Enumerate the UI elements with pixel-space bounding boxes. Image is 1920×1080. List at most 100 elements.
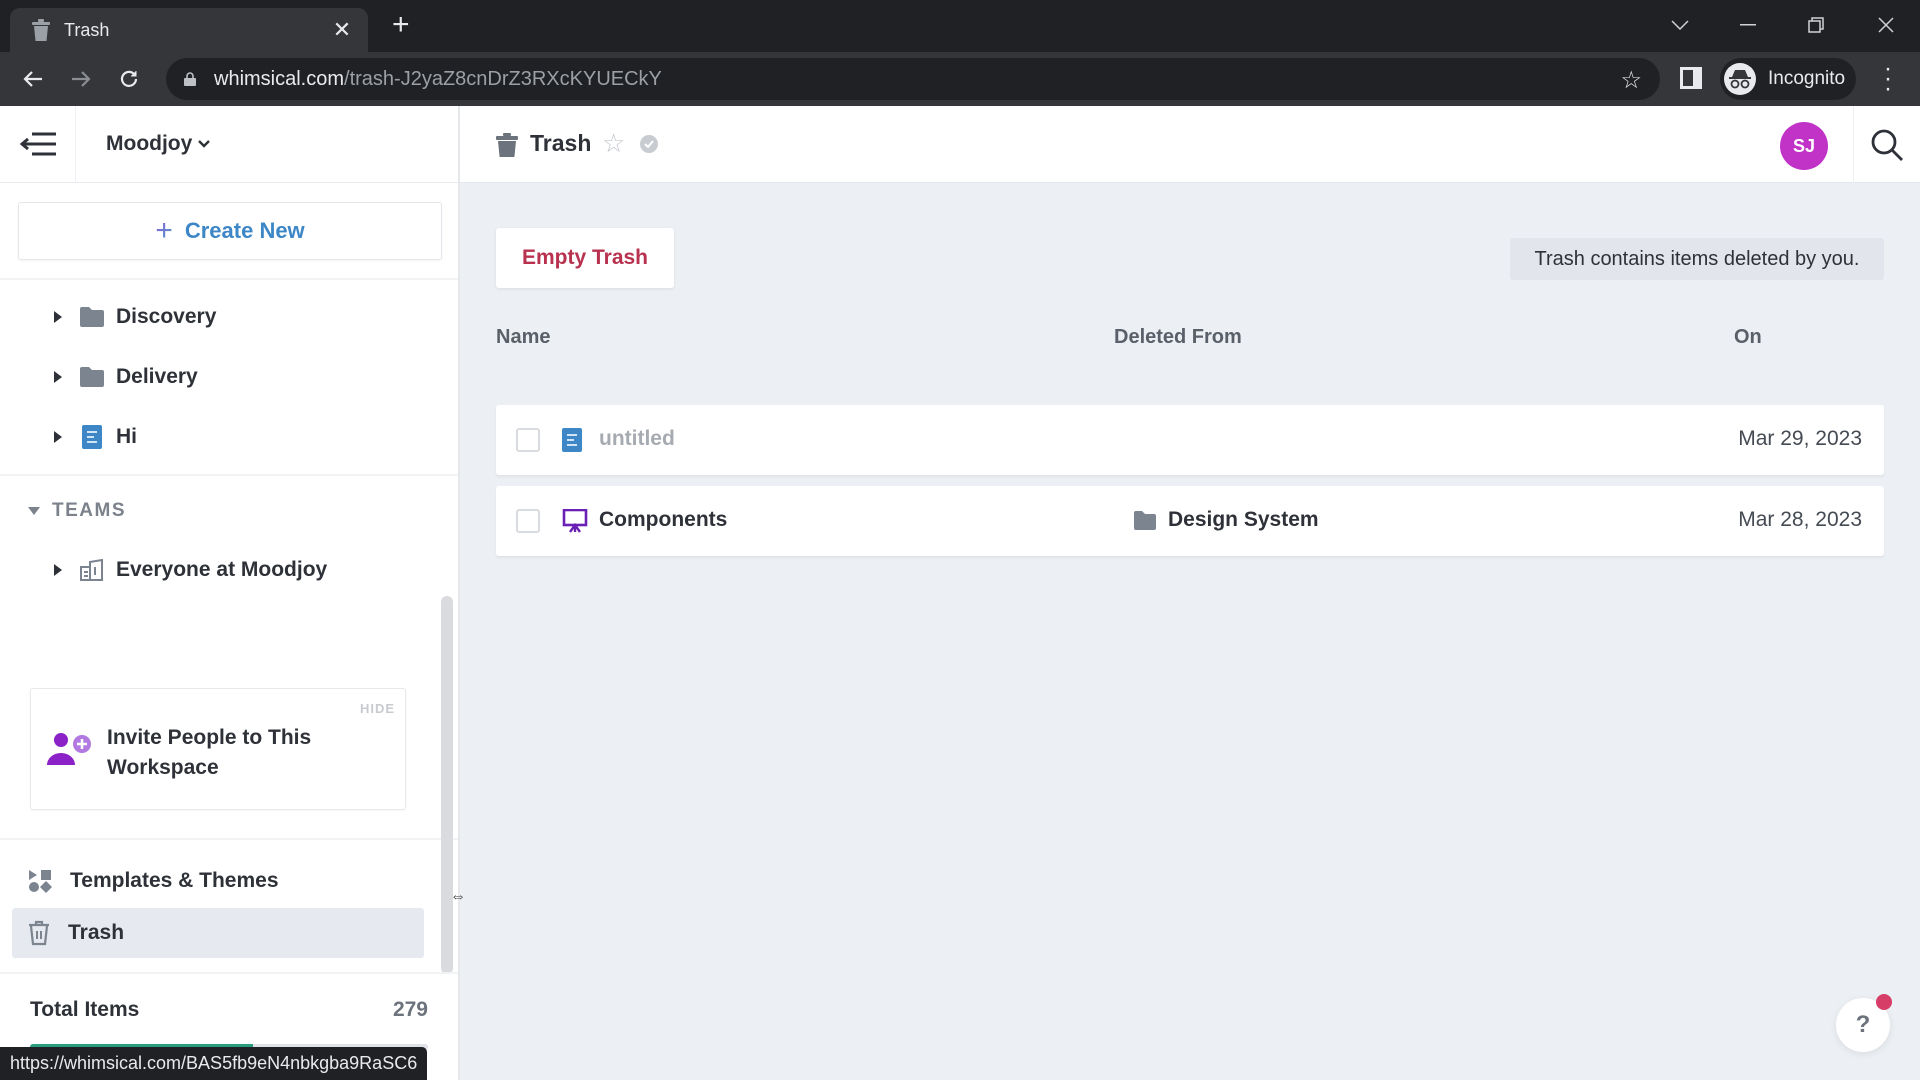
- forward-button[interactable]: [64, 62, 98, 96]
- sidebar-header: Moodjoy: [0, 105, 458, 183]
- resize-cursor-icon: ⇔: [450, 888, 466, 905]
- create-new-label: Create New: [184, 218, 305, 243]
- doc-icon: [562, 428, 582, 452]
- row-checkbox[interactable]: [516, 428, 540, 452]
- workspace-name: Moodjoy: [106, 132, 193, 155]
- trash-info-note: Trash contains items deleted by you.: [1510, 238, 1884, 280]
- notification-dot: [1876, 994, 1892, 1010]
- sidebar-item-label: Delivery: [116, 365, 198, 388]
- table-row[interactable]: untitled Mar 29, 2023: [496, 405, 1884, 475]
- close-window-button[interactable]: [1866, 10, 1906, 40]
- hide-invite-button[interactable]: HIDE: [360, 701, 395, 716]
- create-new-button[interactable]: + Create New: [18, 202, 442, 260]
- deleted-date: Mar 29, 2023: [1738, 427, 1862, 450]
- url-host: whimsical.com: [214, 67, 345, 90]
- divider: [0, 838, 458, 840]
- add-user-icon: [47, 733, 91, 765]
- invite-people-link[interactable]: Invite People to This Workspace: [107, 723, 367, 783]
- incognito-profile[interactable]: Incognito: [1720, 58, 1856, 100]
- total-items-value: 279: [392, 998, 428, 1021]
- expand-caret-icon[interactable]: [54, 311, 62, 323]
- avatar[interactable]: SJ: [1780, 122, 1828, 170]
- address-bar[interactable]: whimsical.com/trash-J2yaZ8cnDrZ3RXcKYUEC…: [166, 58, 1660, 100]
- trash-label: Trash: [68, 921, 125, 944]
- column-header-deleted-from[interactable]: Deleted From: [1114, 326, 1242, 349]
- search-button[interactable]: [1853, 106, 1920, 183]
- divider: [0, 278, 458, 280]
- browser-tabstrip: Trash ✕ +: [0, 0, 1920, 52]
- total-items-label: Total Items: [30, 998, 140, 1021]
- side-panel-icon[interactable]: [1680, 67, 1702, 89]
- sidebar-item-delivery[interactable]: Delivery: [0, 355, 440, 399]
- folder-icon: [1134, 510, 1156, 530]
- divider: [0, 972, 458, 974]
- folder-icon: [80, 307, 104, 327]
- deleted-date: Mar 28, 2023: [1738, 508, 1862, 531]
- sidebar-item-label: Discovery: [116, 305, 217, 328]
- bookmark-star-icon[interactable]: ☆: [1620, 66, 1642, 95]
- status-check-icon[interactable]: [640, 135, 658, 153]
- collapse-menu-icon: [19, 132, 56, 156]
- invite-card: HIDE Invite People to This Workspace: [30, 688, 406, 810]
- expand-caret-icon[interactable]: [54, 371, 62, 383]
- favorite-star-icon[interactable]: ☆: [602, 128, 625, 159]
- sidebar-item-trash[interactable]: Trash: [12, 908, 424, 958]
- search-icon: [1871, 129, 1903, 161]
- item-name[interactable]: Components: [599, 508, 727, 532]
- sidebar: Moodjoy + Create New Discovery Delivery …: [0, 105, 466, 1080]
- expand-caret-icon[interactable]: [54, 564, 62, 576]
- restore-button[interactable]: [1796, 10, 1836, 40]
- page-title: Trash: [530, 130, 592, 156]
- deleted-from-location[interactable]: Design System: [1134, 508, 1319, 532]
- browser-toolbar: whimsical.com/trash-J2yaZ8cnDrZ3RXcKYUEC…: [0, 52, 1920, 106]
- trash-icon: [496, 133, 518, 157]
- sidebar-item-hi[interactable]: Hi: [0, 415, 440, 459]
- trash-icon: [32, 19, 50, 41]
- reload-button[interactable]: [112, 62, 146, 96]
- expand-caret-icon[interactable]: [54, 431, 62, 443]
- sidebar-item-label: Everyone at Moodjoy: [116, 558, 328, 581]
- column-header-on[interactable]: On: [1734, 326, 1762, 349]
- sidebar-item-discovery[interactable]: Discovery: [0, 295, 440, 339]
- close-tab-icon[interactable]: ✕: [330, 17, 354, 43]
- url-path: /trash-J2yaZ8cnDrZ3RXcKYUECkY: [344, 67, 662, 90]
- column-header-name[interactable]: Name: [496, 326, 550, 349]
- back-button[interactable]: [16, 62, 50, 96]
- deleted-from-label: Design System: [1168, 508, 1319, 531]
- workspace-switcher[interactable]: Moodjoy: [106, 132, 211, 156]
- tab-title: Trash: [64, 19, 110, 40]
- total-items: Total Items 279: [30, 998, 428, 1022]
- templates-label: Templates & Themes: [70, 869, 279, 892]
- help-icon: ?: [1855, 1011, 1871, 1038]
- sidebar-item-templates[interactable]: Templates & Themes: [12, 856, 424, 906]
- browser-tab[interactable]: Trash ✕: [10, 8, 368, 52]
- teams-header: TEAMS: [52, 500, 126, 521]
- sidebar-item-label: Hi: [116, 425, 137, 448]
- table-row[interactable]: Components Design System Mar 28, 2023: [496, 486, 1884, 556]
- row-checkbox[interactable]: [516, 509, 540, 533]
- divider: [0, 474, 458, 476]
- collapse-sidebar-button[interactable]: [0, 105, 76, 183]
- browser-menu-icon[interactable]: · · ·: [1878, 57, 1898, 101]
- page-header: Trash ☆ SJ: [460, 106, 1920, 183]
- item-name[interactable]: untitled: [599, 427, 675, 451]
- sidebar-scrollbar[interactable]: [441, 596, 453, 974]
- incognito-label: Incognito: [1768, 68, 1846, 89]
- tab-search-icon[interactable]: [1660, 10, 1700, 40]
- new-tab-button[interactable]: +: [392, 10, 410, 40]
- chevron-down-icon: [198, 140, 211, 148]
- empty-trash-button[interactable]: Empty Trash: [496, 228, 674, 288]
- folder-icon: [80, 367, 104, 387]
- minimize-button[interactable]: [1728, 10, 1768, 40]
- collapse-triangle-icon: [28, 507, 40, 515]
- sidebar-item-everyone-at-moodjoy[interactable]: Everyone at Moodjoy: [0, 548, 440, 592]
- doc-icon: [82, 425, 102, 449]
- lock-icon: [184, 72, 196, 86]
- help-button[interactable]: ?: [1836, 994, 1892, 1052]
- building-icon: [80, 559, 103, 581]
- incognito-icon: [1724, 63, 1756, 95]
- templates-icon: [29, 870, 52, 893]
- link-status-bar: https://whimsical.com/BAS5fb9eN4nbkgba9R…: [0, 1047, 428, 1080]
- teams-section-toggle[interactable]: TEAMS: [28, 500, 126, 522]
- plus-icon: +: [155, 214, 173, 247]
